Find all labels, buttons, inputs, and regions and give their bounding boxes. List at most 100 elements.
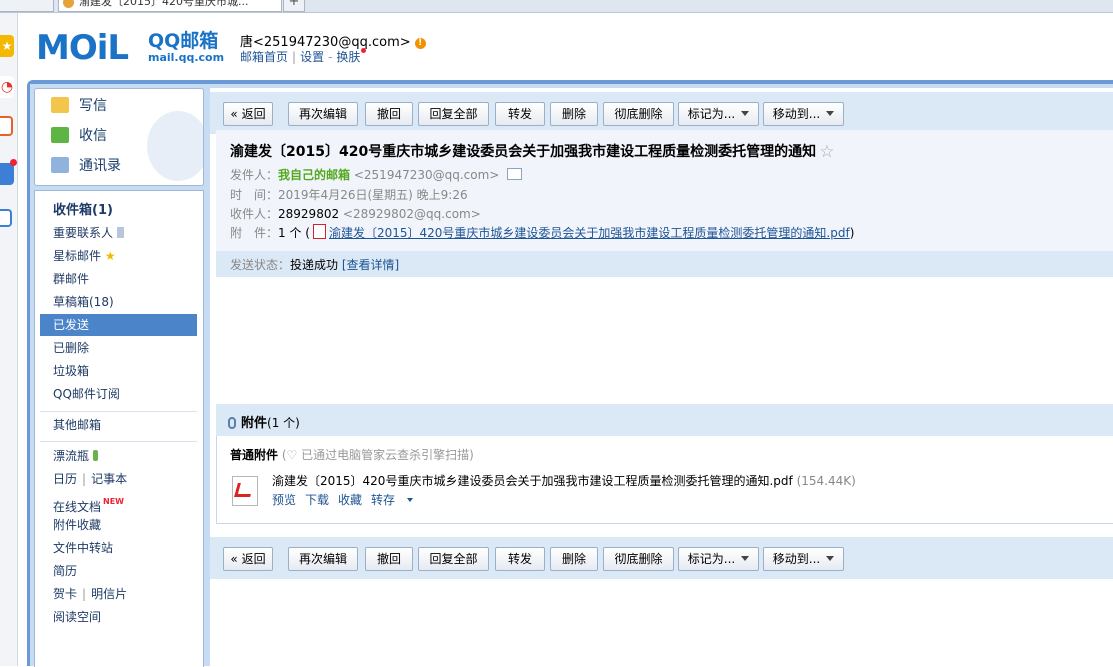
star-icon[interactable]: ☆	[819, 142, 834, 162]
favorites-star-icon[interactable]: ★	[0, 35, 14, 57]
attachment-actions: 预览 下载 收藏 转存	[272, 491, 431, 508]
compose-nav-box: 写信 收信 通讯录	[34, 88, 204, 186]
notification-dot	[10, 159, 17, 166]
page-icon[interactable]	[0, 209, 12, 227]
postcard-link[interactable]: 明信片	[91, 587, 127, 601]
logo-brand: QQ邮箱	[148, 30, 219, 52]
attachments-heading: 附件	[241, 416, 268, 431]
preview-link[interactable]: 预览	[272, 493, 296, 507]
folder-deleted[interactable]: 已删除	[53, 338, 89, 358]
attach-count: 1 个 (	[278, 226, 310, 240]
app-attachment-favorites[interactable]: 附件收藏	[53, 515, 101, 535]
mark-as-dropdown[interactable]: 标记为...	[678, 547, 759, 571]
delete-forever-button[interactable]: 彻底删除	[603, 102, 674, 126]
app-label: 在线文档	[53, 500, 102, 514]
back-button[interactable]: « 返回	[223, 102, 273, 126]
app-drift-bottle[interactable]: 漂流瓶	[53, 446, 98, 466]
alert-icon[interactable]: !	[414, 38, 426, 49]
greeting-card-link[interactable]: 贺卡	[53, 587, 77, 601]
mail-subject: 渝建发〔2015〕420号重庆市城乡建设委员会关于加强我市建设工程质量检测委托管…	[230, 141, 834, 162]
to-label: 收件人：	[230, 207, 279, 221]
new-tab-button[interactable]: +	[283, 0, 305, 12]
user-links: 邮箱首页 | 设置 - 换肤	[240, 48, 367, 65]
receive-button[interactable]: 收信	[51, 125, 107, 147]
weibo-icon[interactable]: ◔	[0, 76, 14, 98]
move-to-dropdown[interactable]: 移动到...	[763, 547, 844, 571]
browser-tab[interactable]	[0, 0, 54, 12]
contact-card-icon[interactable]	[507, 168, 523, 180]
app-file-transfer[interactable]: 文件中转站	[53, 538, 113, 558]
view-details-link[interactable]: [查看详情]	[342, 258, 399, 272]
contacts-label: 通讯录	[79, 158, 121, 174]
app-resume[interactable]: 简历	[53, 561, 77, 581]
app-calendar-notes: 日历 | 记事本	[53, 469, 127, 489]
app-reading-space[interactable]: 阅读空间	[53, 607, 101, 627]
recall-button[interactable]: 撤回	[365, 547, 413, 571]
mail-icon[interactable]	[0, 116, 13, 136]
app-label: 漂流瓶	[53, 449, 90, 463]
app-online-docs[interactable]: 在线文档 NEW	[53, 492, 124, 514]
mailbox-home-link[interactable]: 邮箱首页	[240, 50, 288, 64]
back-button[interactable]: « 返回	[223, 547, 273, 571]
reedit-button[interactable]: 再次编辑	[288, 102, 358, 126]
move-to-dropdown[interactable]: 移动到...	[763, 102, 844, 126]
delete-button[interactable]: 删除	[550, 547, 598, 571]
time-value: 2019年4月26日(星期五) 晚上9:26	[278, 188, 468, 202]
attach-close: )	[849, 226, 855, 240]
compose-label: 写信	[79, 98, 107, 114]
new-dot-icon	[361, 48, 367, 53]
file-name[interactable]: 渝建发〔2015〕420号重庆市城乡建设委员会关于加强我市建设工程质量检测委托管…	[272, 474, 793, 488]
reply-all-button[interactable]: 回复全部	[418, 547, 489, 571]
compose-button[interactable]: 写信	[51, 95, 107, 117]
contacts-button[interactable]: 通讯录	[51, 155, 121, 177]
reply-all-button[interactable]: 回复全部	[418, 102, 489, 126]
separator: |	[82, 472, 87, 486]
folder-inbox[interactable]: 收件箱(1)	[53, 201, 113, 221]
folder-sent[interactable]: 已发送	[53, 315, 89, 335]
folder-label: 重要联系人	[53, 226, 114, 240]
to-name[interactable]: 28929802	[278, 207, 339, 221]
reedit-button[interactable]: 再次编辑	[288, 547, 358, 571]
collect-link[interactable]: 收藏	[338, 493, 362, 507]
skin-link[interactable]: 换肤	[336, 50, 360, 64]
mail-attachments-summary: 附 件：1 个 ( 渝建发〔2015〕420号重庆市城乡建设委员会关于加强我市建设…	[230, 224, 854, 242]
folder-list: 收件箱(1) 重要联系人 星标邮件 ★ 群邮件 草稿箱(18) 已发送 已删除 …	[34, 190, 204, 667]
send-status: 发送状态：投递成功 [查看详情]	[230, 256, 399, 273]
mail-toolbar-top: « 返回 再次编辑 撤回 回复全部 转发 删除 彻底删除 标记为... 移动到.…	[210, 92, 1113, 134]
folder-drafts[interactable]: 草稿箱(18)	[53, 292, 114, 312]
attachment-file: 渝建发〔2015〕420号重庆市城乡建设委员会关于加强我市建设工程质量检测委托管…	[272, 472, 856, 489]
save-to-label: 转存	[371, 493, 396, 507]
download-link[interactable]: 下载	[305, 493, 329, 507]
attachments-header	[216, 404, 1113, 436]
folder-subscriptions[interactable]: QQ邮件订阅	[53, 384, 120, 404]
forward-button[interactable]: 转发	[495, 102, 545, 126]
new-badge: NEW	[103, 497, 124, 506]
mail-to: 收件人：28929802 <28929802@qq.com>	[230, 205, 481, 223]
folder-other-mailboxes[interactable]: 其他邮箱	[53, 415, 101, 435]
list-icon[interactable]	[0, 159, 17, 185]
folder-important-contacts[interactable]: 重要联系人	[53, 223, 124, 243]
attach-label: 附 件：	[230, 226, 279, 240]
folder-starred[interactable]: 星标邮件 ★	[53, 246, 116, 266]
pdf-mark	[234, 483, 254, 497]
bookmark-icon	[116, 227, 124, 238]
delete-button[interactable]: 删除	[550, 102, 598, 126]
browser-tab-active[interactable]: 渝建发〔2015〕420号重庆市城...	[58, 0, 282, 12]
calendar-link[interactable]: 日历	[53, 472, 77, 486]
settings-link[interactable]: 设置	[300, 50, 324, 64]
folder-group-mail[interactable]: 群邮件	[53, 269, 89, 289]
attachment-link[interactable]: 渝建发〔2015〕420号重庆市城乡建设委员会关于加强我市建设工程质量检测委托管…	[329, 226, 850, 240]
pdf-file-icon[interactable]	[232, 476, 258, 506]
separator: -	[328, 50, 333, 64]
caret-down-icon	[741, 111, 750, 116]
bottle-icon	[92, 450, 98, 461]
browser-tab-strip: 渝建发〔2015〕420号重庆市城... +	[0, 0, 1113, 13]
delete-forever-button[interactable]: 彻底删除	[603, 547, 674, 571]
forward-button[interactable]: 转发	[495, 547, 545, 571]
folder-spam[interactable]: 垃圾箱	[53, 361, 89, 381]
notes-link[interactable]: 记事本	[91, 472, 127, 486]
recall-button[interactable]: 撤回	[365, 102, 413, 126]
mark-as-dropdown[interactable]: 标记为...	[678, 102, 759, 126]
from-name[interactable]: 我自己的邮箱	[278, 168, 350, 182]
save-to-dropdown[interactable]: 转存	[371, 493, 422, 507]
